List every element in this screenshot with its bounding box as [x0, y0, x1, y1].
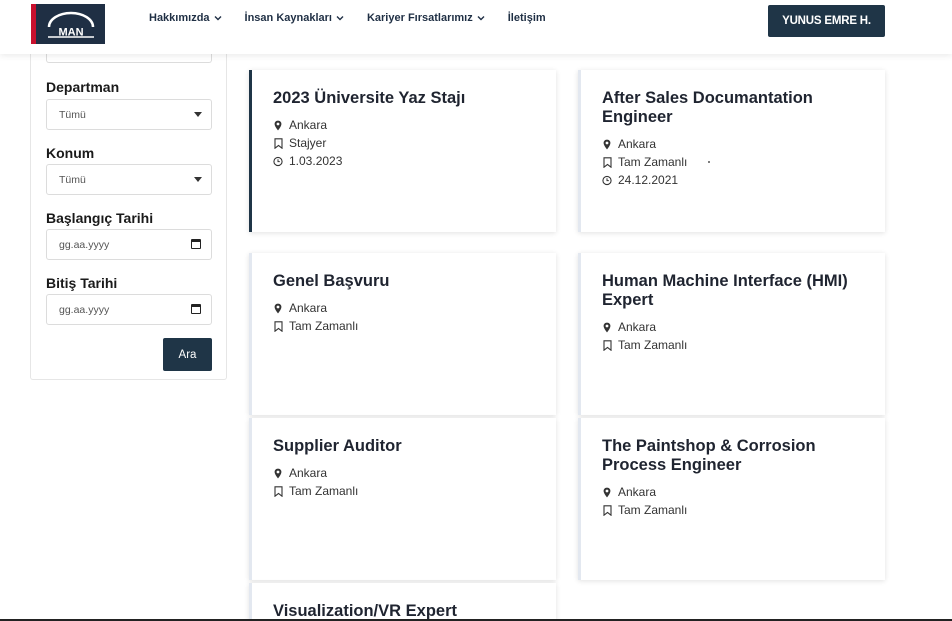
end-date-label: Bitiş Tarihi [46, 275, 118, 291]
department-label: Departman [46, 79, 120, 95]
bookmark-icon [273, 137, 283, 149]
clock-icon [602, 175, 612, 186]
location-text: Ankara [289, 466, 328, 480]
location-label: Konum [46, 145, 95, 161]
job-location: Ankara [273, 301, 327, 315]
map-marker-icon [273, 468, 283, 479]
map-marker-icon [273, 303, 283, 314]
date-text: 1.03.2023 [289, 154, 343, 168]
top-navbar: MAN Hakkımızda İnsan Kaynakları Kariyer … [0, 0, 952, 54]
end-date-input[interactable]: gg.aa.yyyy [46, 294, 212, 325]
map-marker-icon [602, 322, 612, 333]
end-date-placeholder: gg.aa.yyyy [59, 303, 110, 316]
location-value: Tümü [59, 173, 86, 186]
job-location: Ankara [273, 118, 327, 132]
type-text: Tam Zamanlı [618, 338, 688, 352]
job-filter-panel: Departman Tümü Konum Tümü Başlangıç Tari… [30, 40, 227, 380]
location-text: Ankara [618, 485, 657, 499]
location-text: Ankara [618, 320, 657, 334]
job-location: Ankara [602, 485, 656, 499]
job-card[interactable]: 2023 Üniversite Yaz Stajı Ankara Stajyer… [249, 70, 556, 232]
bookmark-icon [602, 156, 612, 168]
chevron-down-icon [477, 16, 485, 21]
job-card[interactable]: Visualization/VR Expert [249, 583, 556, 621]
nav-label: İnsan Kaynakları [244, 12, 332, 24]
job-title: Supplier Auditor [273, 437, 402, 455]
job-type: Tam Zamanlı [273, 319, 358, 333]
department-value: Tümü [59, 108, 86, 121]
job-card[interactable]: The Paintshop & Corrosion Process Engine… [578, 418, 885, 580]
job-title: Genel Başvuru [273, 272, 390, 290]
job-type: Stajyer [273, 136, 326, 150]
job-card[interactable]: Supplier Auditor Ankara Tam Zamanlı [249, 418, 556, 580]
job-card[interactable]: Genel Başvuru Ankara Tam Zamanlı [249, 253, 556, 415]
date-text: 24.12.2021 [618, 173, 679, 187]
chevron-down-icon [214, 16, 222, 21]
nav-label: İletişim [507, 12, 546, 24]
bookmark-icon [273, 485, 283, 497]
nav-label: Kariyer Fırsatlarımız [366, 12, 473, 24]
bookmark-icon [273, 320, 283, 332]
job-card[interactable]: After Sales Documantation Engineer Ankar… [578, 70, 885, 232]
job-date: 1.03.2023 [273, 154, 342, 168]
start-date-label: Başlangıç Tarihi [46, 210, 154, 226]
calendar-icon[interactable] [191, 304, 201, 314]
job-title: Human Machine Interface (HMI) Expert [602, 272, 848, 309]
job-title: The Paintshop & Corrosion Process Engine… [602, 437, 816, 474]
type-text: Tam Zamanlı [289, 319, 359, 333]
dropdown-caret-icon [194, 177, 202, 182]
search-button[interactable]: Ara [163, 338, 212, 371]
type-text: Tam Zamanlı [618, 155, 688, 169]
job-type: Tam Zamanlı [602, 338, 687, 352]
type-text: Tam Zamanlı [618, 503, 688, 517]
job-location: Ankara [602, 137, 656, 151]
nav-item-contact[interactable]: İletişim [508, 12, 546, 24]
separator-dot [708, 161, 710, 163]
job-title: After Sales Documantation Engineer [602, 89, 813, 126]
bookmark-icon [602, 339, 612, 351]
chevron-down-icon [336, 16, 344, 21]
start-date-placeholder: gg.aa.yyyy [59, 238, 110, 251]
department-select[interactable]: Tümü [46, 99, 212, 130]
man-logo[interactable]: MAN [31, 4, 105, 44]
job-location: Ankara [602, 320, 656, 334]
nav-label: Hakkımızda [149, 12, 210, 24]
job-card[interactable]: Human Machine Interface (HMI) Expert Ank… [578, 253, 885, 415]
nav-item-careers[interactable]: Kariyer Fırsatlarımız [367, 12, 485, 24]
user-account-button[interactable]: YUNUS EMRE H. [768, 5, 885, 37]
job-type: Tam Zamanlı [602, 155, 687, 169]
type-text: Tam Zamanlı [289, 484, 359, 498]
job-type: Tam Zamanlı [602, 503, 687, 517]
job-location: Ankara [273, 466, 327, 480]
dropdown-caret-icon [194, 112, 202, 117]
location-text: Ankara [618, 137, 657, 151]
job-title: 2023 Üniversite Yaz Stajı [273, 89, 466, 107]
map-marker-icon [602, 487, 612, 498]
start-date-input[interactable]: gg.aa.yyyy [46, 229, 212, 260]
main-nav: Hakkımızda İnsan Kaynakları Kariyer Fırs… [149, 12, 569, 24]
type-text: Stajyer [289, 136, 327, 150]
location-text: Ankara [289, 301, 328, 315]
calendar-icon[interactable] [191, 239, 201, 249]
bookmark-icon [602, 504, 612, 516]
map-marker-icon [273, 120, 283, 131]
nav-item-about[interactable]: Hakkımızda [149, 12, 222, 24]
location-select[interactable]: Tümü [46, 164, 212, 195]
clock-icon [273, 156, 283, 167]
nav-item-hr[interactable]: İnsan Kaynakları [245, 12, 344, 24]
job-type: Tam Zamanlı [273, 484, 358, 498]
location-text: Ankara [289, 118, 328, 132]
map-marker-icon [602, 139, 612, 150]
job-date: 24.12.2021 [602, 173, 678, 187]
